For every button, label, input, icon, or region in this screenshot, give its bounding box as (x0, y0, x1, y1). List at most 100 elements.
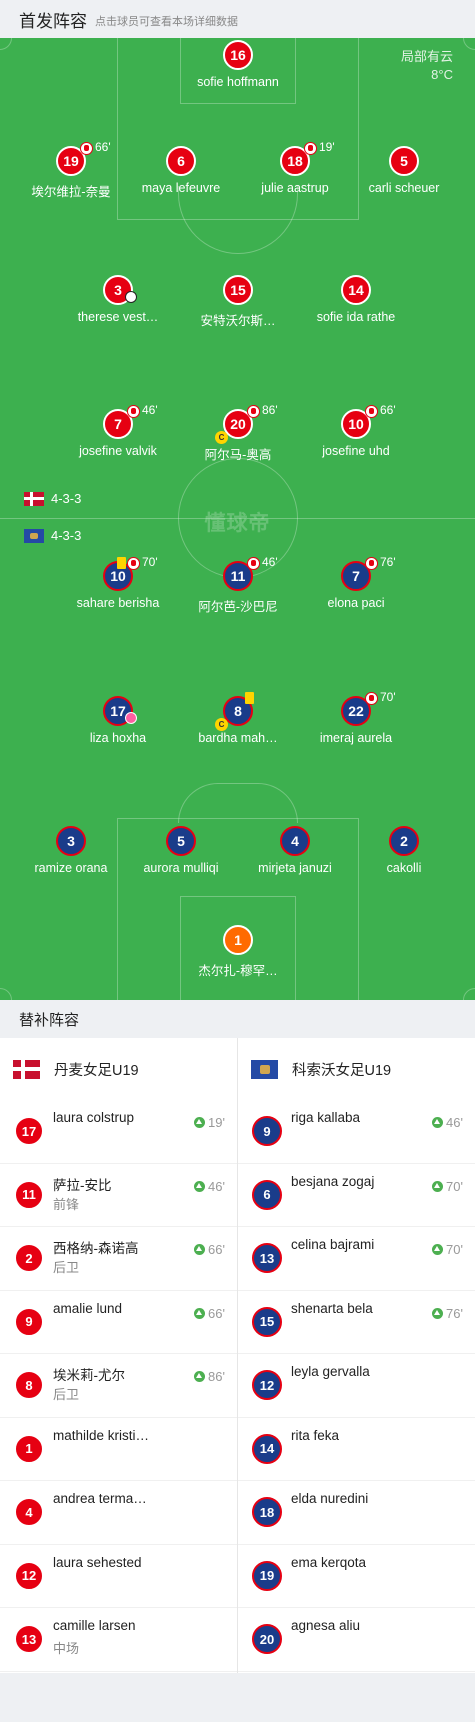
jersey-number: 4 (280, 826, 310, 856)
jersey-number: 6 (166, 146, 196, 176)
bench-player-row[interactable]: 12 laura sehested (0, 1545, 237, 1608)
jersey-number: 8 (14, 1370, 44, 1400)
sub-time: 76' (380, 555, 396, 569)
sub-in-time: 46' (208, 1178, 225, 1194)
bench-player-row[interactable]: 15 shenarta bela 76' (238, 1291, 475, 1354)
player-name: 西格纳-森诺高 (53, 1241, 139, 1256)
player-name: agnesa aliu (291, 1618, 361, 1633)
jersey-number: 5 (389, 146, 419, 176)
away-formation-label: 4-3-3 (51, 528, 82, 543)
bench-player-row[interactable]: 12 leyla gervalla (238, 1354, 475, 1418)
player-away-4[interactable]: 4 mirjeta januzi (235, 826, 355, 875)
bench-player-row[interactable]: 14 rita feka (238, 1418, 475, 1481)
player-name: 萨拉-安比 (53, 1177, 112, 1193)
sub-time: 46' (142, 403, 158, 417)
jersey-number: 1 (223, 925, 253, 955)
player-name: mathilde kristi… (53, 1427, 150, 1443)
sub-in-arrow-icon (194, 1117, 206, 1128)
player-name: elda nuredini (291, 1491, 369, 1506)
player-home-10[interactable]: 10 66' josefine uhd (296, 403, 416, 458)
player-away-1[interactable]: 1 杰尔扎-穆罕… (178, 925, 298, 979)
jersey-number: 19 (63, 153, 79, 169)
player-home-6[interactable]: 6 maya lefeuvre (121, 146, 241, 195)
sub-in-time: 86' (208, 1369, 225, 1384)
bench-player-row[interactable]: 19 ema kerqota (238, 1545, 475, 1608)
goal-ball-icon (125, 712, 137, 724)
bench-player-row[interactable]: 18 elda nuredini (238, 1481, 475, 1545)
bench-player-row[interactable]: 17 laura colstrup 19' (0, 1100, 237, 1164)
player-away-10[interactable]: 10 70' sahare berisha (58, 555, 178, 610)
away-team-name: 科索沃女足U19 (292, 1062, 392, 1079)
bench-player-row[interactable]: 8 埃米莉-尤尔 后卫 86' (0, 1354, 237, 1418)
sub-in-time: 70' (446, 1178, 463, 1194)
jersey-number: 11 (230, 568, 246, 584)
captain-badge: C (215, 718, 228, 731)
player-home-16[interactable]: 16 sofie hoffmann (178, 40, 298, 89)
player-away-11[interactable]: 11 46' 阿尔芭-沙巴尼 (178, 555, 298, 615)
sub-out-icon (80, 142, 93, 155)
player-name: josefine uhd (322, 444, 390, 458)
jersey-number: 13 (252, 1243, 282, 1273)
jersey-number: 17 (110, 703, 126, 719)
bottom-penalty-arc (178, 783, 298, 823)
player-home-19[interactable]: 19 66' 埃尔维拉-奈曼 (11, 140, 131, 200)
player-name: julie aastrup (261, 181, 329, 195)
sub-in: 76' (432, 1306, 463, 1321)
player-name: ramize orana (34, 861, 108, 875)
player-away-2[interactable]: 2 cakolli (344, 826, 464, 875)
bench-player-row[interactable]: 4 andrea terma… (0, 1481, 237, 1545)
player-home-18[interactable]: 18 19' julie aastrup (235, 140, 355, 195)
jersey-number: 6 (252, 1179, 282, 1210)
yellow-card-icon (245, 692, 254, 704)
bench-player-row[interactable]: 20 agnesa aliu (238, 1608, 475, 1672)
yellow-card-icon (117, 557, 126, 569)
player-home-3[interactable]: 3 therese vest… (58, 275, 178, 324)
player-home-5[interactable]: 5 carli scheuer (344, 146, 464, 195)
player-name: aurora mulliqi (143, 861, 219, 875)
player-away-5[interactable]: 5 aurora mulliqi (121, 826, 241, 875)
jersey-number: 15 (223, 275, 253, 305)
player-away-7[interactable]: 7 76' elona paci (296, 555, 416, 610)
kosovo-flag-icon (251, 1059, 278, 1079)
jersey-number: 7 (114, 416, 122, 432)
lineup-hint: 点击球员可查看本场详细数据 (95, 15, 238, 28)
bench-player-row[interactable]: 9 riga kallaba 46' (238, 1100, 475, 1164)
sub-in-time: 76' (446, 1305, 463, 1321)
player-name: shenarta bela (291, 1300, 373, 1316)
player-home-14[interactable]: 14 sofie ida rathe (296, 275, 416, 324)
goal-ball-icon (125, 291, 137, 303)
bench-player-row[interactable]: 2 西格纳-森诺高 后卫 66' (0, 1227, 237, 1291)
bench-player-row[interactable]: 13 celina bajrami 70' (238, 1227, 475, 1291)
sub-in: 66' (194, 1242, 225, 1257)
away-team-header: 科索沃女足U19 (238, 1038, 475, 1100)
home-team-header: 丹麦女足U19 (0, 1038, 237, 1100)
player-home-7[interactable]: 7 46' josefine valvik (58, 403, 178, 458)
player-away-22[interactable]: 22 70' imeraj aurela (296, 690, 416, 745)
jersey-number: 10 (110, 568, 126, 584)
lineup-title: 首发阵容 (19, 11, 87, 31)
player-away-8[interactable]: 8 C bardha mah… (178, 692, 298, 745)
bench-player-row[interactable]: 1 mathilde kristi… (0, 1418, 237, 1481)
player-name: bardha mah… (198, 731, 278, 745)
player-name: 埃米莉-尤尔 (53, 1368, 125, 1383)
bench-player-row[interactable]: 9 amalie lund 66' (0, 1291, 237, 1354)
player-name: ema kerqota (291, 1554, 367, 1570)
bench-player-row[interactable]: 13 camille larsen 中场 (0, 1608, 237, 1672)
player-name: amalie lund (53, 1300, 123, 1316)
weather-condition: 局部有云 (400, 49, 453, 64)
sub-in-arrow-icon (194, 1244, 206, 1255)
sub-in-time: 66' (208, 1242, 225, 1257)
bench-player-row[interactable]: 6 besjana zogaj 70' (238, 1164, 475, 1227)
player-away-17[interactable]: 17 liza hoxha (58, 696, 178, 745)
bench-title: 替补阵容 (0, 1000, 475, 1038)
sub-in-arrow-icon (432, 1180, 444, 1192)
sub-in-time: 46' (446, 1115, 463, 1130)
bench-list: 丹麦女足U19 17 laura colstrup 19' 11 萨拉-安比 前锋 46' 2… (0, 1038, 475, 1673)
sub-time: 66' (95, 140, 111, 154)
player-away-3[interactable]: 3 ramize orana (11, 826, 131, 875)
sub-time: 19' (319, 140, 335, 154)
player-home-20[interactable]: 20 86' C 阿尔马-奥高 (178, 403, 298, 463)
bench-player-row[interactable]: 11 萨拉-安比 前锋 46' (0, 1164, 237, 1227)
player-name: sahare berisha (76, 596, 160, 610)
player-home-15[interactable]: 15 安特沃尔斯… (178, 275, 298, 329)
